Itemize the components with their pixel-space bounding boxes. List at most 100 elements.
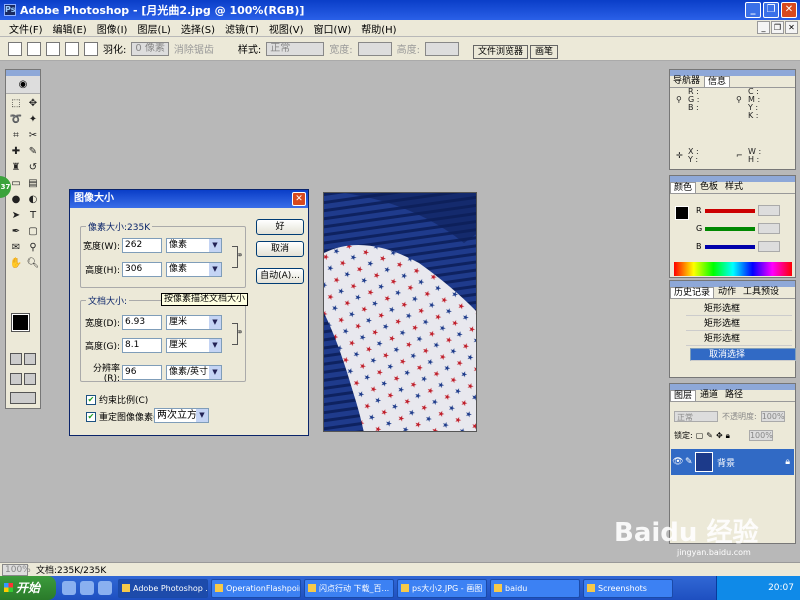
- tab-layers[interactable]: 图层: [670, 390, 697, 401]
- resolution-input[interactable]: 96: [122, 365, 162, 380]
- dodge-icon[interactable]: ◐: [25, 192, 41, 207]
- style-select[interactable]: 正常: [266, 41, 325, 56]
- resolution-unit-select[interactable]: 像素/英寸 ▼: [166, 365, 222, 380]
- gradient-icon[interactable]: ▤: [25, 176, 41, 191]
- task-baidu[interactable]: baidu: [490, 578, 580, 598]
- dialog-close-button[interactable]: ✕: [292, 192, 306, 206]
- tab-file-browser[interactable]: 文件浏览器: [473, 45, 529, 59]
- slice-icon[interactable]: ✂: [25, 128, 41, 143]
- eye-visibility-icon[interactable]: 👁︎: [671, 457, 685, 467]
- restore-button[interactable]: ❐: [763, 2, 779, 18]
- minimize-button[interactable]: _: [745, 2, 761, 18]
- doc-minimize-button[interactable]: _: [757, 21, 770, 34]
- tab-actions[interactable]: 动作: [715, 287, 739, 298]
- tab-paths[interactable]: 路径: [722, 390, 746, 401]
- layer-row-background[interactable]: 👁︎ ✎ 背景 🔒︎: [671, 449, 794, 475]
- quicklaunch-ie-icon[interactable]: [62, 581, 76, 595]
- hand-icon[interactable]: ✋: [8, 256, 24, 271]
- clock[interactable]: 20:07: [768, 583, 794, 593]
- add-selection-icon[interactable]: [46, 41, 60, 56]
- magic-wand-icon[interactable]: ✦: [25, 112, 41, 127]
- doc-height-input[interactable]: 8.1: [122, 338, 162, 353]
- close-button[interactable]: ✕: [781, 2, 797, 18]
- doc-height-unit-select[interactable]: 厘米 ▼: [166, 338, 222, 353]
- menu-help[interactable]: 帮助(H): [356, 21, 401, 36]
- standard-mode-icon[interactable]: [10, 353, 22, 365]
- new-selection-icon[interactable]: [27, 41, 41, 56]
- constrain-proportions-checkbox[interactable]: ✔ 约束比例(C): [86, 393, 148, 406]
- path-select-icon[interactable]: ➤: [8, 208, 24, 223]
- pen-icon[interactable]: ✒: [8, 224, 24, 239]
- menu-layer[interactable]: 图层(L): [132, 21, 175, 36]
- lock-move-icon[interactable]: ✥: [716, 431, 723, 440]
- ok-button[interactable]: 好: [256, 219, 304, 235]
- green-slider[interactable]: [705, 226, 756, 231]
- red-slider[interactable]: [704, 208, 755, 213]
- menu-select[interactable]: 选择(S): [176, 21, 220, 36]
- tab-tool-presets[interactable]: 工具预设: [740, 287, 782, 298]
- tab-history[interactable]: 历史记录: [670, 287, 715, 298]
- tab-swatches[interactable]: 色板: [697, 182, 721, 193]
- blue-slider[interactable]: [704, 244, 755, 249]
- marquee-icon[interactable]: ⬚: [8, 96, 24, 111]
- history-brush-icon[interactable]: ↺: [25, 160, 41, 175]
- color-fg-swatch[interactable]: [675, 206, 689, 220]
- menu-edit[interactable]: 编辑(E): [48, 21, 92, 36]
- cancel-button[interactable]: 取消: [256, 241, 304, 257]
- pixel-height-input[interactable]: 306: [122, 262, 162, 277]
- history-item[interactable]: 矩形选框: [686, 303, 792, 316]
- menu-view[interactable]: 视图(V): [264, 21, 309, 36]
- tab-styles[interactable]: 样式: [722, 182, 746, 193]
- feather-input[interactable]: 0 像素: [131, 41, 169, 56]
- color-spectrum[interactable]: [674, 262, 792, 276]
- move-icon[interactable]: ✥: [25, 96, 41, 111]
- zoom-icon[interactable]: 🔍︎: [25, 256, 41, 271]
- red-value-input[interactable]: [757, 205, 780, 216]
- history-item[interactable]: 矩形选框: [686, 333, 792, 346]
- width-input[interactable]: [357, 41, 392, 56]
- shape-icon[interactable]: ▢: [25, 224, 41, 239]
- doc-close-button[interactable]: ✕: [785, 21, 798, 34]
- eye-logo-icon[interactable]: ◉: [6, 76, 40, 94]
- zoom-level-input[interactable]: 100%: [2, 563, 31, 576]
- stamp-icon[interactable]: ♜: [8, 160, 24, 175]
- lock-transparent-icon[interactable]: ▢: [696, 431, 704, 440]
- menu-filter[interactable]: 滤镜(T): [220, 21, 264, 36]
- tab-navigator[interactable]: 导航器: [670, 76, 703, 87]
- pixel-width-input[interactable]: 262: [122, 238, 162, 253]
- subtract-selection-icon[interactable]: [65, 41, 79, 56]
- screen-mode-full-icon[interactable]: [24, 373, 36, 385]
- doc-width-input[interactable]: 6.93: [122, 315, 162, 330]
- eyedropper-icon[interactable]: ⚲: [25, 240, 41, 255]
- pixel-height-unit-select[interactable]: 像素 ▼: [166, 262, 222, 277]
- task-photoshop[interactable]: Adobe Photoshop ...: [118, 578, 208, 598]
- height-input[interactable]: [425, 41, 460, 56]
- menu-window[interactable]: 窗口(W): [309, 21, 357, 36]
- quicklaunch-media-icon[interactable]: [98, 581, 112, 595]
- fill-input[interactable]: 100%: [748, 430, 773, 441]
- resample-method-select[interactable]: 两次立方 ▼: [154, 408, 209, 423]
- quicklaunch-desktop-icon[interactable]: [80, 581, 94, 595]
- menu-file[interactable]: 文件(F): [4, 21, 48, 36]
- screen-mode-standard-icon[interactable]: [10, 373, 22, 385]
- foreground-color-swatch[interactable]: [11, 313, 30, 332]
- antialias-checkbox[interactable]: 消除锯齿: [174, 41, 214, 56]
- task-browser[interactable]: 闪点行动 下载_百...: [304, 578, 394, 598]
- intersect-selection-icon[interactable]: [84, 41, 98, 56]
- blue-value-input[interactable]: [757, 241, 780, 252]
- tab-channels[interactable]: 通道: [697, 390, 721, 401]
- notes-icon[interactable]: ✉: [8, 240, 24, 255]
- doc-width-unit-select[interactable]: 厘米 ▼: [166, 315, 222, 330]
- history-item-selected[interactable]: 取消选择: [690, 348, 796, 361]
- task-paint[interactable]: ps大小2.JPG - 画图: [397, 578, 487, 598]
- crop-icon[interactable]: ⌗: [8, 128, 24, 143]
- brush-icon[interactable]: ✎: [25, 144, 41, 159]
- tab-color[interactable]: 颜色: [670, 182, 697, 193]
- menu-image[interactable]: 图像(I): [92, 21, 133, 36]
- jump-to-imageready-icon[interactable]: [10, 392, 36, 404]
- task-screenshots[interactable]: Screenshots: [583, 578, 673, 598]
- lasso-icon[interactable]: ➰: [8, 112, 24, 127]
- lock-brush-icon[interactable]: ✎: [706, 431, 713, 440]
- tab-info[interactable]: 信息: [704, 76, 731, 87]
- type-icon[interactable]: T: [25, 208, 41, 223]
